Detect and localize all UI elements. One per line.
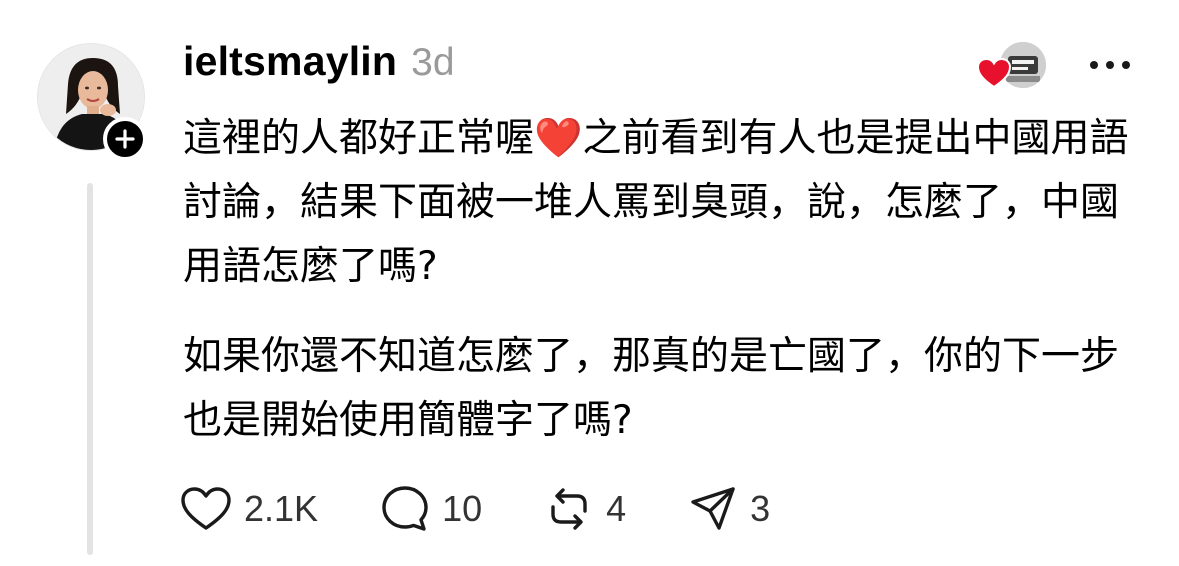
like-button[interactable]: 2.1K [180,486,318,532]
post-body: 這裡的人都好正常喔❤️之前看到有人也是提出中國用語討論，結果下面被一堆人罵到臭頭… [183,107,1143,453]
like-count: 2.1K [244,488,319,529]
speech-bubble-icon [382,486,428,531]
follow-button[interactable] [103,117,147,161]
username[interactable]: ieltsmaylin [183,38,397,85]
post-paragraph: 如果你還不知道怎麼了，那真的是亡國了，你的下一步也是開始使用簡體字了嗎? [183,334,1120,443]
repost-button[interactable]: 4 [544,484,626,534]
plus-icon [115,129,135,149]
ellipsis-icon [1090,61,1130,69]
post-paragraph: 這裡的人都好正常喔❤️之前看到有人也是提出中國用語討論，結果下面被一堆人罵到臭頭… [183,116,1129,289]
share-button[interactable]: 3 [688,484,770,534]
author-avatar-container[interactable] [37,43,147,161]
post-actions: 2.1K 10 4 3 [180,484,832,534]
reply-button[interactable]: 10 [380,484,482,534]
reply-count: 10 [442,488,483,529]
liked-by-indicator[interactable] [976,40,1048,90]
red-heart-icon [976,57,1012,89]
post-header: ieltsmaylin 3d [183,38,455,94]
repost-count: 4 [606,488,627,529]
paper-plane-icon [691,487,735,530]
thread-line [87,183,93,555]
timestamp: 3d [411,41,455,84]
share-count: 3 [750,488,771,529]
heart-outline-icon [181,487,231,530]
more-options-button[interactable] [1085,50,1135,80]
repost-arrows-icon [551,488,587,530]
